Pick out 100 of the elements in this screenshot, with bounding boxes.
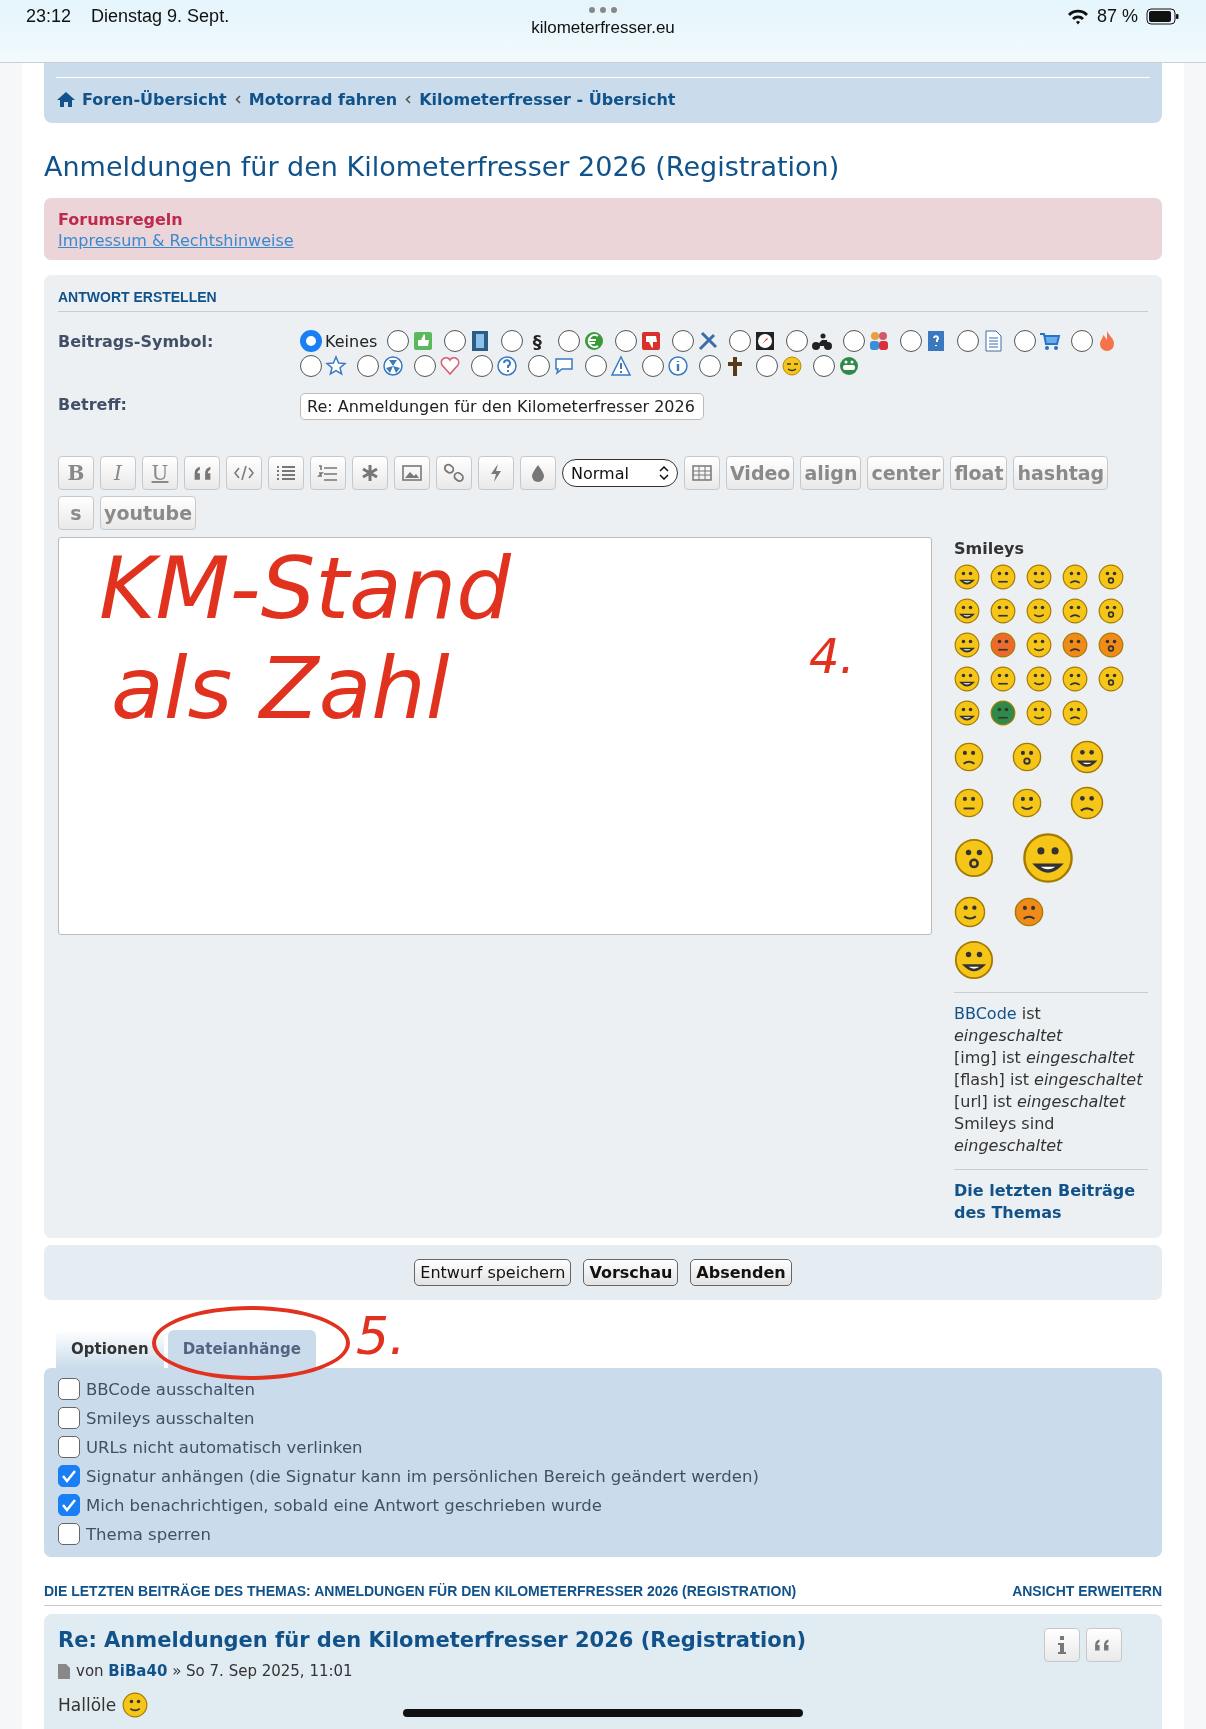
smiley-icon[interactable] [1026, 700, 1052, 726]
numbered-list-button[interactable] [310, 456, 346, 490]
info-button[interactable] [1044, 1628, 1080, 1662]
quote-button[interactable] [184, 456, 220, 490]
smiley-icon[interactable] [1098, 666, 1124, 692]
toolbar-button[interactable]: Video [726, 456, 795, 490]
smiley-icon[interactable] [1014, 897, 1044, 927]
form-button[interactable]: Vorschau [583, 1259, 679, 1286]
italic-button[interactable]: I [100, 456, 136, 490]
font-size-select[interactable]: Normal [562, 459, 678, 487]
quote-button[interactable] [1086, 1628, 1122, 1662]
smiley-icon[interactable] [1098, 564, 1124, 590]
expand-link[interactable]: ANSICHT ERWEITERN [1012, 1583, 1162, 1599]
radio-button[interactable] [1071, 330, 1094, 352]
bold-button[interactable]: B [58, 456, 94, 490]
radio-button[interactable] [843, 330, 866, 352]
more-icon[interactable] [588, 6, 618, 14]
toolbar-button[interactable]: float [950, 456, 1008, 490]
radio-button[interactable] [786, 330, 809, 352]
smiley-icon[interactable] [1062, 564, 1088, 590]
smiley-icon[interactable] [1062, 632, 1088, 658]
radio-button[interactable] [528, 355, 550, 377]
smiley-icon[interactable] [1070, 740, 1104, 774]
radio-button[interactable] [300, 355, 322, 377]
smiley-icon[interactable] [954, 564, 980, 590]
smiley-icon[interactable] [990, 700, 1016, 726]
smiley-icon[interactable] [1062, 666, 1088, 692]
smiley-icon[interactable] [990, 666, 1016, 692]
smiley-icon[interactable] [1062, 598, 1088, 624]
radio-button[interactable] [585, 355, 607, 377]
list-button[interactable] [268, 456, 304, 490]
toolbar-button[interactable]: s [58, 496, 94, 530]
breadcrumb-link[interactable]: Motorrad fahren [248, 90, 398, 109]
smiley-icon[interactable] [1026, 598, 1052, 624]
radio-button[interactable] [957, 330, 980, 352]
toolbar-button[interactable]: hashtag [1013, 456, 1109, 490]
checkbox[interactable] [58, 1407, 80, 1429]
checkbox[interactable] [58, 1494, 80, 1516]
post-title[interactable]: Re: Anmeldungen für den Kilometerfresser 2026 (Registration) [58, 1628, 1148, 1652]
smiley-icon[interactable] [1098, 632, 1124, 658]
radio-button[interactable] [300, 330, 322, 352]
radio-button[interactable] [444, 330, 467, 352]
smiley-icon[interactable] [954, 788, 984, 818]
subject-field[interactable]: Re: Anmeldungen für den Kilometerfresser 2026 [300, 393, 704, 420]
bbcode-link[interactable]: BBCode [954, 1004, 1017, 1023]
radio-button[interactable] [615, 330, 638, 352]
checkbox[interactable] [58, 1436, 80, 1458]
smiley-icon[interactable] [954, 632, 980, 658]
radio-button[interactable] [501, 330, 524, 352]
checkbox[interactable] [58, 1523, 80, 1545]
smiley-icon[interactable] [1022, 832, 1074, 884]
radio-button[interactable] [642, 355, 664, 377]
home-icon[interactable] [56, 91, 76, 108]
smiley-icon[interactable] [954, 940, 994, 980]
author-link[interactable]: BiBa40 [108, 1662, 168, 1680]
radio-button[interactable] [357, 355, 379, 377]
smiley-icon[interactable] [954, 700, 980, 726]
lightning-button[interactable] [478, 456, 514, 490]
tab[interactable]: Dateianhänge [167, 1330, 316, 1368]
recent-posts-link[interactable]: Die letzten Beiträge des Themas [954, 1180, 1148, 1224]
radio-button[interactable] [699, 355, 721, 377]
smiley-icon[interactable] [1098, 598, 1124, 624]
tab[interactable]: Optionen [56, 1330, 164, 1368]
smiley-icon[interactable] [1012, 788, 1042, 818]
checkbox[interactable] [58, 1465, 80, 1487]
smiley-icon[interactable] [1026, 632, 1052, 658]
asterisk-button[interactable] [352, 456, 388, 490]
toolbar-button[interactable]: align [800, 456, 862, 490]
smiley-icon[interactable] [1062, 700, 1088, 726]
form-button[interactable]: Entwurf speichern [414, 1259, 572, 1286]
smiley-icon[interactable] [990, 564, 1016, 590]
code-button[interactable] [226, 456, 262, 490]
smiley-icon[interactable] [1026, 666, 1052, 692]
smiley-icon[interactable] [990, 598, 1016, 624]
radio-button[interactable] [729, 330, 752, 352]
toolbar-button[interactable]: youtube [100, 496, 197, 530]
radio-button[interactable] [672, 330, 695, 352]
image-button[interactable] [394, 456, 430, 490]
radio-button[interactable] [387, 330, 410, 352]
url-text[interactable]: kilometerfresser.eu [531, 18, 675, 38]
radio-button[interactable] [1014, 330, 1037, 352]
checkbox[interactable] [58, 1378, 80, 1400]
radio-button[interactable] [900, 330, 923, 352]
message-editor[interactable]: KM-Stand als Zahl 4. [58, 537, 932, 935]
smiley-icon[interactable] [954, 742, 984, 772]
table-button[interactable] [684, 456, 720, 490]
smiley-icon[interactable] [990, 632, 1016, 658]
radio-button[interactable] [558, 330, 581, 352]
radio-button[interactable] [414, 355, 436, 377]
toolbar-button[interactable]: center [867, 456, 945, 490]
link-button[interactable] [436, 456, 472, 490]
smiley-icon[interactable] [1012, 742, 1042, 772]
drop-button[interactable] [520, 456, 556, 490]
underline-button[interactable]: U [142, 456, 178, 490]
smiley-icon[interactable] [954, 598, 980, 624]
radio-button[interactable] [756, 355, 778, 377]
smiley-icon[interactable] [954, 666, 980, 692]
form-button[interactable]: Absenden [690, 1259, 792, 1286]
radio-button[interactable] [813, 355, 835, 377]
breadcrumb-link[interactable]: Kilometerfresser - Übersicht [419, 90, 676, 109]
